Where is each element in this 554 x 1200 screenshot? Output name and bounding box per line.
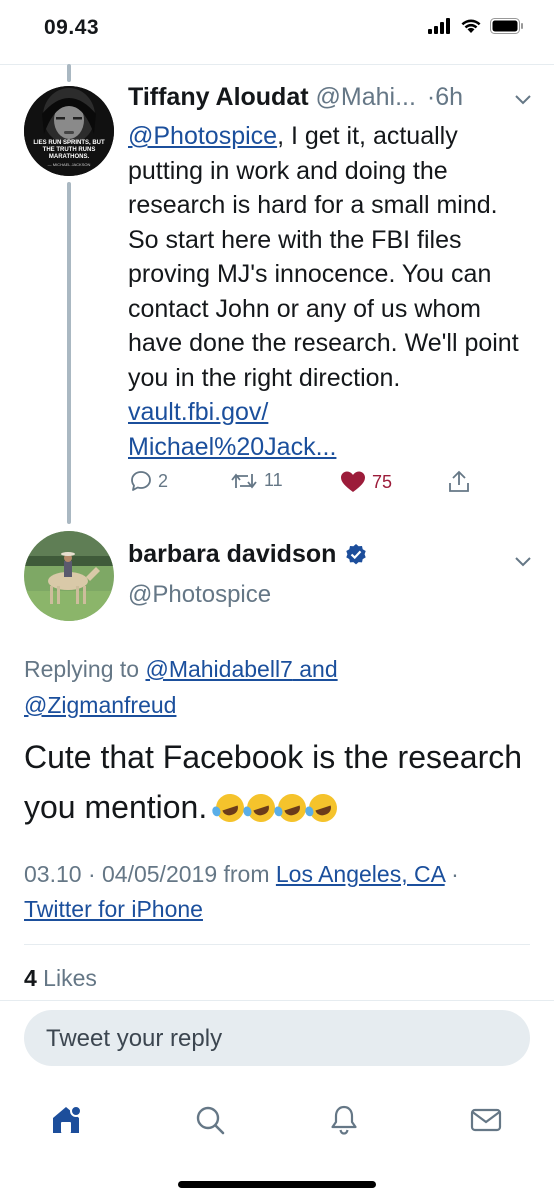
verified-badge-icon bbox=[346, 543, 367, 564]
likes-summary[interactable]: 4 Likes bbox=[24, 965, 97, 992]
tab-home[interactable] bbox=[42, 1096, 90, 1144]
meta-divider bbox=[24, 944, 530, 945]
tweet-1-author-handle[interactable]: @Mahi... bbox=[316, 83, 416, 111]
reply-count: 2 bbox=[158, 470, 169, 491]
reply-box bbox=[24, 1010, 530, 1068]
replying-to: Replying to @Mahidabell7 and @Zigmanfreud bbox=[24, 651, 524, 723]
bell-icon bbox=[331, 1105, 357, 1135]
replying-user-2[interactable]: @Zigmanfreud bbox=[24, 692, 176, 718]
tweet-2-meta: 03.10 · 04/05/2019 from Los Angeles, CA … bbox=[24, 857, 524, 927]
share-icon bbox=[449, 470, 469, 492]
tweet-2-profile: barbara davidson @Photospice bbox=[128, 540, 368, 609]
tweet-2-source[interactable]: Twitter for iPhone bbox=[24, 896, 203, 922]
like-button[interactable]: 75 bbox=[340, 470, 392, 494]
tweet-1-link-part1[interactable]: vault.fbi.gov/ bbox=[128, 398, 268, 426]
share-button[interactable] bbox=[448, 470, 470, 494]
tweet-1-chevron-down-icon[interactable] bbox=[514, 94, 532, 106]
avatar-barbara[interactable] bbox=[24, 531, 114, 621]
tweet-2-text-block: Cute that Facebook is the research you m… bbox=[24, 732, 534, 832]
mail-icon bbox=[470, 1108, 502, 1132]
battery-icon bbox=[490, 18, 523, 34]
likes-label: Likes bbox=[36, 965, 97, 991]
replying-and[interactable]: and bbox=[293, 656, 337, 682]
wifi-icon bbox=[461, 19, 481, 33]
rofl-emoji-icon bbox=[305, 790, 341, 826]
likes-divider bbox=[0, 1000, 554, 1001]
tweet-2-timestamp: 03.10 · 04/05/2019 from bbox=[24, 861, 276, 887]
replying-user-1[interactable]: @Mahidabell7 bbox=[145, 656, 292, 682]
header-divider bbox=[0, 64, 554, 65]
home-indicator[interactable] bbox=[178, 1181, 376, 1188]
tweet-1-text: , I get it, actually putting in work and… bbox=[128, 122, 519, 392]
tab-bar bbox=[0, 1080, 554, 1160]
tweet-2-author-handle[interactable]: @Photospice bbox=[128, 581, 368, 609]
heart-icon bbox=[341, 471, 365, 492]
tweet-1-link-part2[interactable]: Michael%20Jack... bbox=[128, 433, 336, 461]
status-icons bbox=[428, 18, 524, 34]
signal-icon bbox=[428, 18, 450, 34]
likes-count: 4 bbox=[24, 965, 37, 991]
tweet-2-author-name[interactable]: barbara davidson bbox=[128, 540, 336, 569]
search-icon bbox=[196, 1106, 225, 1135]
avatar-quote-credit: — MICHAEL JACKSON bbox=[47, 162, 91, 167]
thread-line-top bbox=[67, 64, 71, 82]
tab-messages[interactable] bbox=[462, 1096, 510, 1144]
tweet-1-actions: 2 11 75 bbox=[128, 470, 488, 500]
like-count: 75 bbox=[372, 471, 393, 492]
reply-input[interactable] bbox=[44, 1010, 508, 1068]
retweet-icon bbox=[231, 473, 257, 488]
retweet-button[interactable]: 11 bbox=[230, 470, 283, 491]
replying-prefix: Replying to bbox=[24, 656, 146, 682]
tweet-1-mention[interactable]: @Photospice bbox=[128, 122, 277, 150]
status-bar: 09.43 bbox=[0, 0, 554, 64]
thread-line-connector bbox=[67, 182, 71, 524]
retweet-count: 11 bbox=[264, 470, 283, 490]
home-icon bbox=[53, 1105, 82, 1133]
reply-icon bbox=[131, 471, 151, 491]
tweet-2-separator: · bbox=[444, 861, 459, 887]
tweet-1-body: @Photospice, I get it, actually putting … bbox=[128, 119, 528, 464]
tweet-1-author-name[interactable]: Tiffany Aloudat bbox=[128, 83, 309, 111]
avatar-image bbox=[24, 531, 114, 621]
status-time: 09.43 bbox=[44, 16, 100, 39]
tab-search[interactable] bbox=[186, 1096, 234, 1144]
avatar-tiffany[interactable]: LIES RUN SPRINTS, BUT THE TRUTH RUNS MAR… bbox=[24, 86, 114, 176]
tweet-1-header: Tiffany Aloudat @Mahi... ·6h bbox=[128, 83, 528, 112]
tweet-2-chevron-down-icon[interactable] bbox=[514, 556, 532, 568]
tab-notifications[interactable] bbox=[320, 1096, 368, 1144]
avatar-quote: LIES RUN SPRINTS, BUT THE TRUTH RUNS MAR… bbox=[33, 140, 105, 160]
tweet-1-time: ·6h bbox=[426, 83, 464, 111]
tweet-2-location[interactable]: Los Angeles, CA bbox=[276, 861, 445, 887]
reply-button[interactable]: 2 bbox=[130, 470, 168, 492]
